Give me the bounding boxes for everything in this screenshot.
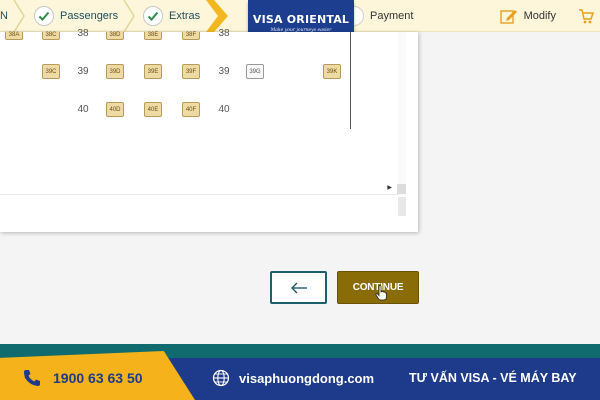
step-separator-icon: [13, 0, 25, 32]
footer-phone[interactable]: 1900 63 63 50: [22, 368, 143, 388]
modify-label: Modify: [523, 10, 556, 22]
seat-38f[interactable]: 38F: [182, 32, 200, 40]
arrow-left-icon: [290, 282, 307, 293]
seat-39f[interactable]: 39F: [182, 64, 200, 79]
row-number: 38: [218, 28, 230, 39]
modify-link[interactable]: Modify: [499, 0, 600, 32]
check-icon: [143, 6, 163, 26]
phone-number: 1900 63 63 50: [53, 370, 143, 386]
step-passengers-label: Passengers: [60, 10, 119, 22]
cabin-divider: [350, 32, 351, 129]
row-number: 40: [218, 104, 230, 115]
vertical-scrollbar-thumb[interactable]: [398, 197, 406, 216]
seat-map-panel: 38A 38C 38 38D 38E 38F 38 39C 39 39D 39E…: [0, 28, 418, 232]
step-partial[interactable]: N: [0, 0, 8, 32]
logo-name: VISA ORIENTAL: [252, 13, 350, 26]
seat-39g[interactable]: 39G: [246, 64, 264, 79]
step-extras[interactable]: Extras: [143, 0, 200, 32]
step-partial-label: N: [0, 10, 8, 22]
seat-40f[interactable]: 40F: [182, 102, 200, 117]
seat-38d[interactable]: 38D: [106, 32, 124, 40]
seat-38e[interactable]: 38E: [144, 32, 162, 40]
check-icon: [34, 6, 54, 26]
seat-39e[interactable]: 39E: [144, 64, 162, 79]
row-number: 38: [77, 28, 89, 39]
edit-icon: [499, 10, 517, 24]
seat-39k[interactable]: 39K: [323, 64, 341, 79]
step-separator-icon: [123, 0, 135, 32]
seat-40e[interactable]: 40E: [144, 102, 162, 117]
row-number: 39: [218, 66, 230, 77]
seat-38a[interactable]: 38A: [5, 32, 23, 40]
footer-slogan: TƯ VẤN VISA - VÉ MÁY BAY: [409, 371, 577, 385]
phone-icon: [24, 370, 40, 386]
footer-website[interactable]: visaphuongdong.com: [212, 368, 374, 388]
scrollbar-corner: [397, 184, 406, 194]
scroll-right-icon[interactable]: ▶: [387, 184, 392, 191]
row-number: 39: [77, 66, 89, 77]
panel-divider: [0, 194, 398, 195]
cart-icon[interactable]: [578, 8, 594, 24]
globe-icon: [212, 369, 230, 387]
step-payment-label: Payment: [370, 10, 414, 22]
seat-40d[interactable]: 40D: [106, 102, 124, 117]
back-button[interactable]: [270, 271, 327, 304]
website-url: visaphuongdong.com: [239, 370, 375, 386]
step-payment[interactable]: Payment: [344, 0, 413, 32]
step-extras-label: Extras: [169, 10, 201, 22]
horizontal-scrollbar[interactable]: ▶: [0, 184, 406, 194]
seat-39c[interactable]: 39C: [42, 64, 60, 79]
seat-38c[interactable]: 38C: [42, 32, 60, 40]
seat-39d[interactable]: 39D: [106, 64, 124, 79]
hand-cursor-icon: [375, 285, 387, 301]
row-number: 40: [77, 104, 89, 115]
